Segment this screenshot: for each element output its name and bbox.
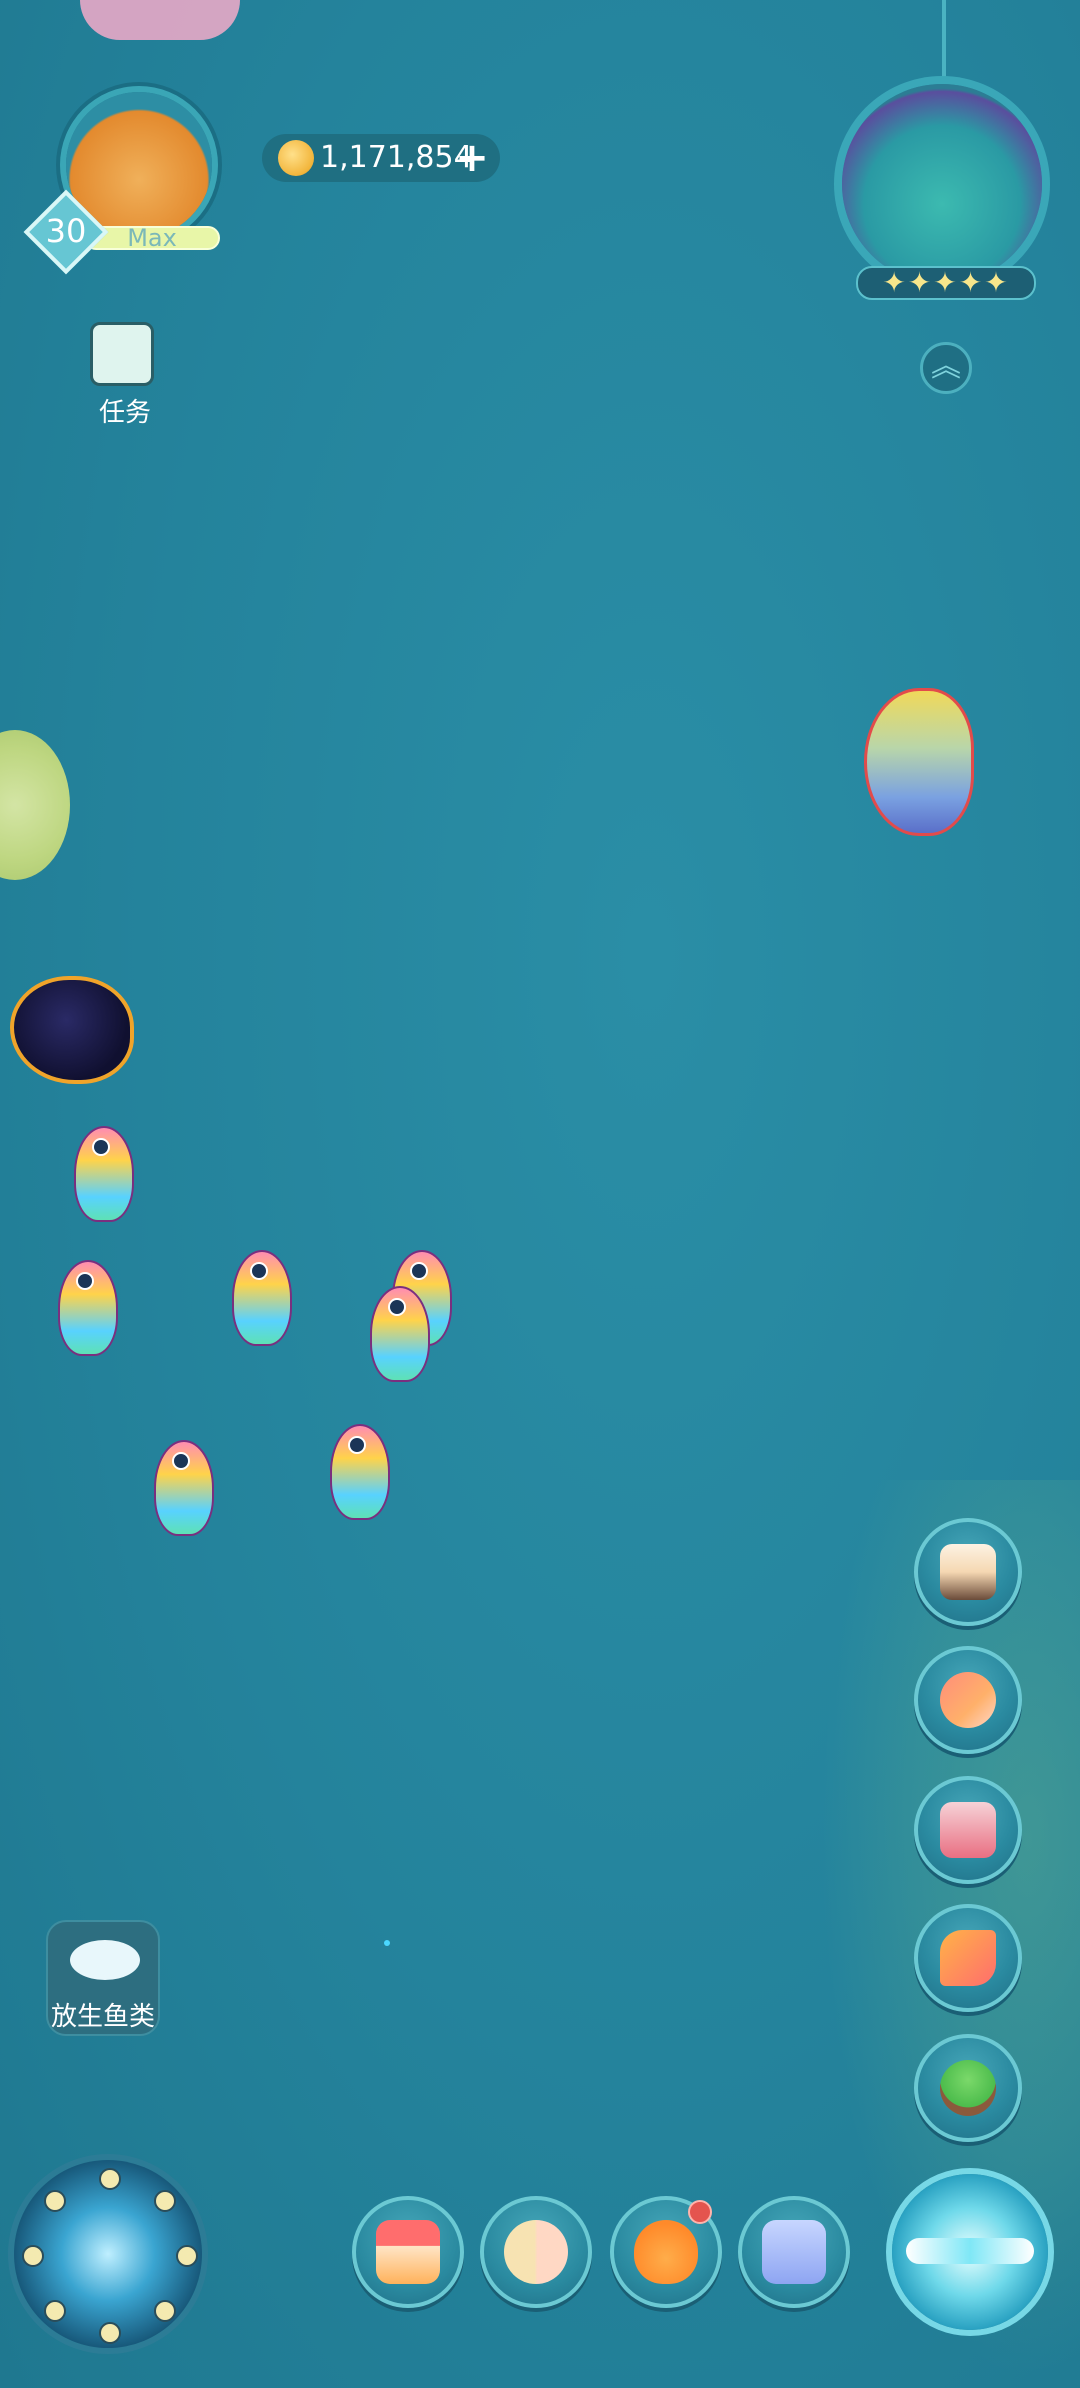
rainbow-fish[interactable] [58, 1260, 118, 1356]
rainbow-fish[interactable] [370, 1286, 430, 1382]
day-night-orb[interactable] [842, 84, 1042, 284]
notification-dot [688, 2200, 712, 2224]
floating-leaf [0, 730, 70, 880]
fish-release-icon [70, 1940, 140, 1980]
book-icon [940, 1802, 996, 1858]
announcement-button[interactable] [914, 1646, 1022, 1754]
moon-phase-icon [44, 2190, 66, 2212]
rainbow-fish[interactable] [330, 1424, 390, 1520]
moon-phase-icon [154, 2190, 176, 2212]
backpack-button[interactable] [738, 2196, 850, 2308]
sunfish[interactable] [864, 688, 974, 836]
moon-phase-icon [44, 2300, 66, 2322]
plant-button[interactable] [914, 2034, 1022, 2142]
collection-book-button[interactable] [914, 1776, 1022, 1884]
megaphone-icon [940, 1672, 996, 1728]
rainbow-fish[interactable] [232, 1250, 292, 1346]
moon-phase-icon [176, 2245, 198, 2267]
orb-string [942, 0, 946, 78]
sprout-icon [940, 2060, 996, 2116]
moon-phase-icon [22, 2245, 44, 2267]
camera-icon [940, 1544, 996, 1600]
moon-dial-button[interactable] [14, 2160, 202, 2348]
rainbow-fish[interactable] [74, 1126, 134, 1222]
level-number: 30 [45, 212, 87, 250]
task-label[interactable]: 任务 [60, 392, 190, 429]
camera-button[interactable] [914, 1518, 1022, 1626]
bag-icon [762, 2220, 826, 2284]
moon-phase-icon [99, 2322, 121, 2344]
shop-button[interactable] [352, 2196, 464, 2308]
expand-chevron-button[interactable]: ︽ [920, 342, 972, 394]
shop-icon [376, 2220, 440, 2284]
pet-icon [634, 2220, 698, 2284]
hammer-icon [940, 1930, 996, 1986]
hammer-button[interactable] [914, 1904, 1022, 2012]
partial-fish-top [80, 0, 240, 40]
coin-value: 1,171,854 [320, 140, 473, 175]
release-fish-label[interactable]: 放生鱼类 [40, 1996, 166, 2033]
rainbow-fish[interactable] [154, 1440, 214, 1536]
bubble-dot [384, 1940, 390, 1946]
orb-stars: ✦✦✦✦✦ [856, 266, 1036, 300]
moon-phase-icon [154, 2300, 176, 2322]
compass-icon [906, 2238, 1034, 2264]
friends-button[interactable] [480, 2196, 592, 2308]
task-icon[interactable] [90, 322, 154, 386]
coin-icon [278, 140, 314, 176]
dark-fish[interactable] [10, 976, 134, 1084]
moon-phase-icon [99, 2168, 121, 2190]
friends-icon [504, 2220, 568, 2284]
add-coins-button[interactable]: + [452, 138, 492, 178]
